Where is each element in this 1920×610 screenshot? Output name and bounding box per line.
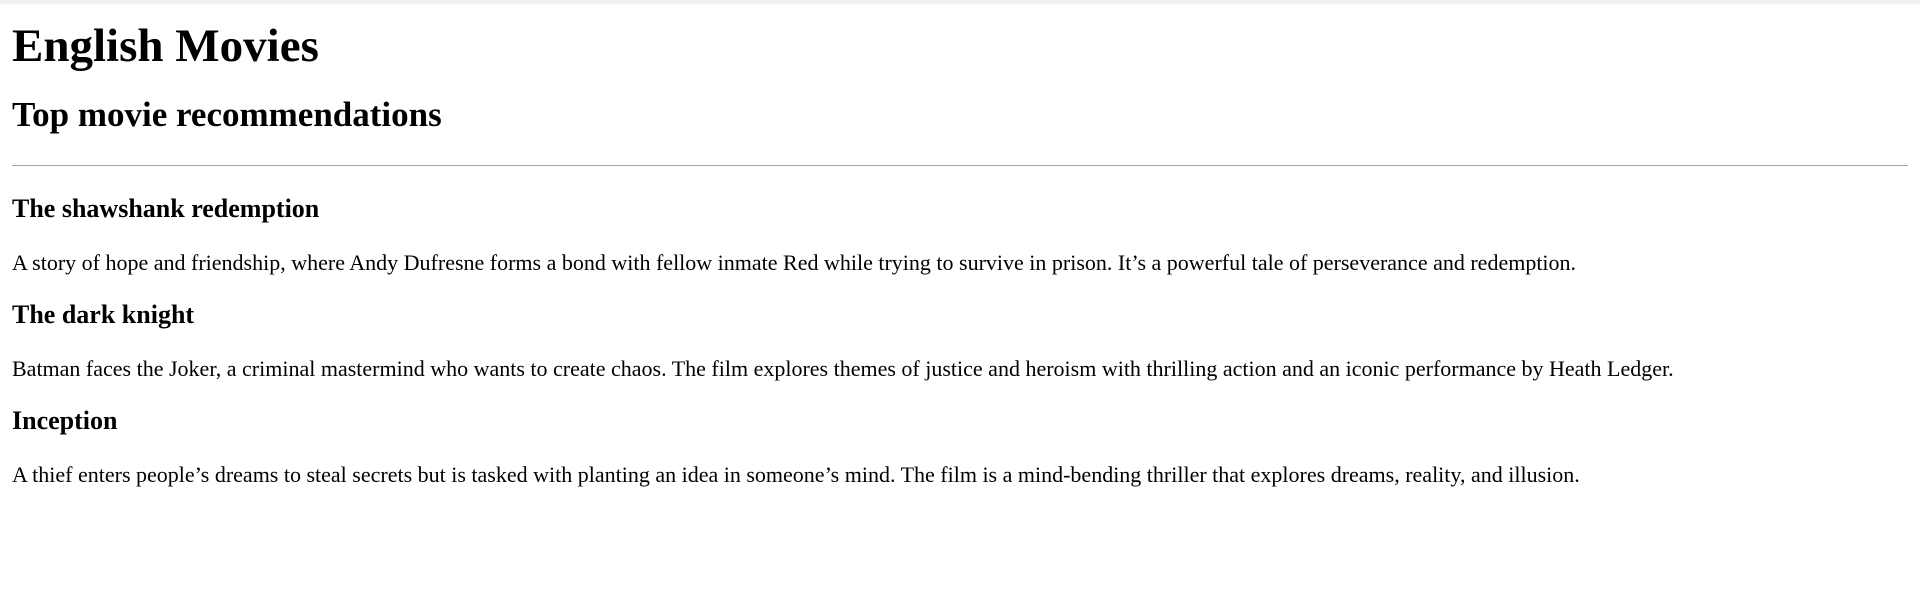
movie-entry: Inception A thief enters people’s dreams… — [12, 382, 1908, 488]
movie-title: The dark knight — [12, 300, 195, 329]
page-subtitle: Top movie recommendations — [12, 95, 442, 134]
movie-title: The shawshank redemption — [12, 194, 320, 223]
page-title: English Movies — [12, 20, 319, 72]
movie-description: A thief enters people’s dreams to steal … — [12, 462, 1580, 487]
movie-entry: The shawshank redemption A story of hope… — [12, 166, 1908, 276]
movie-description: Batman faces the Joker, a criminal maste… — [12, 356, 1674, 381]
page-content: English Movies Top movie recommendations… — [0, 0, 1920, 488]
movie-title: Inception — [12, 406, 118, 435]
movie-entry: The dark knight Batman faces the Joker, … — [12, 276, 1908, 382]
movie-description: A story of hope and friendship, where An… — [12, 250, 1577, 275]
top-edge — [0, 0, 1920, 4]
